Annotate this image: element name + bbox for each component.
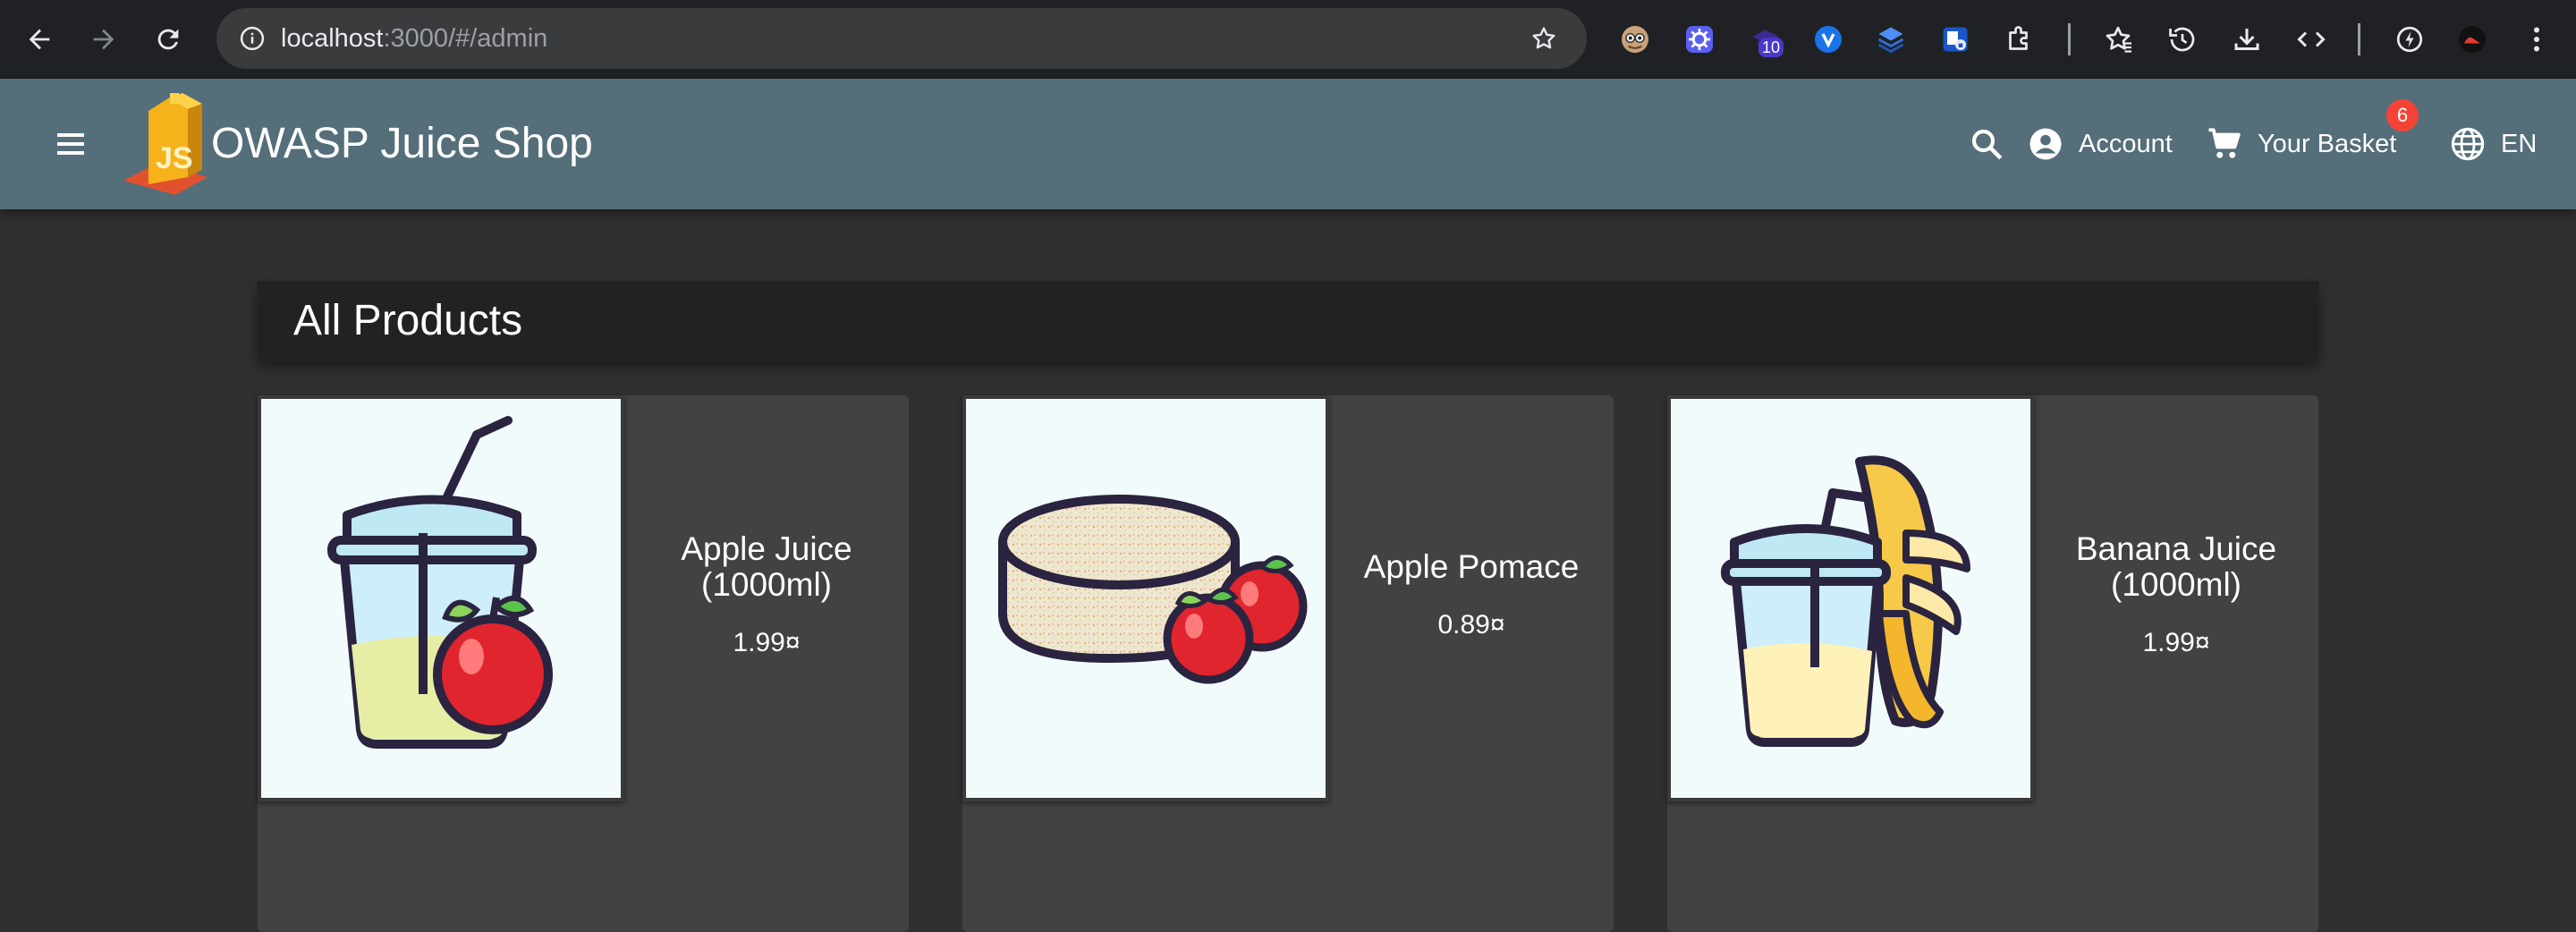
bookmark-star-icon[interactable] <box>1526 21 1562 56</box>
page-title: All Products <box>293 297 523 344</box>
reading-list-icon[interactable] <box>2097 18 2140 61</box>
puzzle-extensions-icon[interactable] <box>1998 18 2041 61</box>
product-name: Banana Juice (1000ml) <box>2075 530 2277 603</box>
product-card[interactable]: Banana Juice (1000ml) 1.99¤ <box>1667 395 2318 932</box>
reload-icon[interactable] <box>147 18 190 61</box>
site-info-icon[interactable] <box>234 21 270 56</box>
product-card[interactable]: Apple Juice (1000ml) 1.99¤ <box>258 395 909 932</box>
address-bar[interactable]: localhost:3000/#/admin <box>216 8 1587 69</box>
product-price: 1.99¤ <box>733 628 801 657</box>
product-price: 1.99¤ <box>2142 628 2210 657</box>
apple-juice-image[interactable] <box>258 395 624 801</box>
language-label: EN <box>2501 129 2538 158</box>
layers-extension-icon[interactable] <box>1869 18 1912 61</box>
product-info: Apple Juice (1000ml) 1.99¤ <box>624 531 909 658</box>
svg-text:JS: JS <box>156 141 193 175</box>
profile-avatar-icon[interactable] <box>2451 18 2494 61</box>
forward-icon[interactable] <box>82 18 125 61</box>
toolbar-separator <box>2068 23 2071 55</box>
search-icon[interactable] <box>1968 122 2020 166</box>
basket-button[interactable]: Your Basket <box>2206 122 2396 166</box>
account-circle-icon <box>2029 128 2062 160</box>
url-text[interactable]: localhost:3000/#/admin <box>281 8 547 69</box>
product-price: 0.89¤ <box>1437 610 1505 640</box>
product-info: Apple Pomace 0.89¤ <box>1329 549 1614 640</box>
browser-chrome: localhost:3000/#/admin 10 <box>0 0 2576 79</box>
url-host: localhost <box>281 24 384 53</box>
hat-extension-icon[interactable]: 10 <box>1744 18 1787 61</box>
hamburger-menu-icon[interactable] <box>43 118 98 170</box>
back-icon[interactable] <box>18 18 61 61</box>
language-button[interactable]: EN <box>2449 122 2537 166</box>
globe-icon <box>2451 127 2485 161</box>
account-label: Account <box>2079 129 2173 158</box>
app-toolbar: JS OWASP Juice Shop Account Your Basket … <box>0 79 2576 209</box>
owl-extension-icon[interactable] <box>1614 18 1657 61</box>
products-heading-card: All Products <box>258 281 2318 361</box>
juice-shop-logo[interactable]: JS <box>122 91 211 197</box>
shield-extension-icon[interactable] <box>1934 18 1977 61</box>
history-icon[interactable] <box>2161 18 2204 61</box>
product-card[interactable]: Apple Pomace 0.89¤ <box>962 395 1614 932</box>
account-button[interactable]: Account <box>2027 122 2173 166</box>
basket-label: Your Basket <box>2258 129 2397 158</box>
extension-badge: 10 <box>1758 38 1784 57</box>
apple-pomace-image[interactable] <box>962 395 1329 801</box>
performance-icon[interactable] <box>2388 18 2431 61</box>
product-info: Banana Juice (1000ml) 1.99¤ <box>2034 531 2318 658</box>
v-extension-icon[interactable] <box>1807 18 1850 61</box>
basket-count-badge: 6 <box>2386 99 2419 131</box>
toolbar-separator-2 <box>2358 23 2360 55</box>
url-path: :3000/#/admin <box>383 24 548 53</box>
banana-juice-image[interactable] <box>1667 395 2034 801</box>
devtools-icon[interactable] <box>2290 18 2333 61</box>
product-name: Apple Pomace <box>1363 548 1580 585</box>
shopping-cart-icon <box>2208 128 2241 158</box>
gear-extension-icon[interactable] <box>1678 18 1721 61</box>
app-title[interactable]: OWASP Juice Shop <box>211 116 593 172</box>
product-name: Apple Juice (1000ml) <box>681 530 852 603</box>
more-menu-icon[interactable] <box>2515 18 2558 61</box>
download-icon[interactable] <box>2225 18 2268 61</box>
